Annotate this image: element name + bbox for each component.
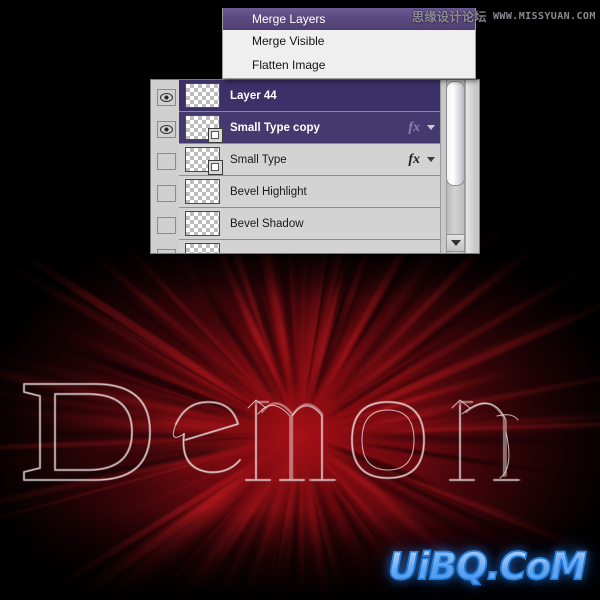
- layer-effects-group[interactable]: fx: [408, 152, 441, 168]
- demon-title-artwork: [0, 372, 600, 494]
- table-row[interactable]: Small Type copy fx: [179, 112, 441, 144]
- eye-icon-visible-1[interactable]: [157, 121, 176, 138]
- scrollbar-thumb[interactable]: [446, 81, 465, 186]
- panel-scrollbar[interactable]: [440, 80, 479, 253]
- table-row[interactable]: Small Type fx: [179, 144, 441, 176]
- eye-icon-hidden-3[interactable]: [157, 185, 176, 202]
- fx-icon[interactable]: fx: [408, 120, 420, 136]
- chevron-down-icon[interactable]: [427, 157, 435, 162]
- layer-name-label: Bevel Shadow: [230, 217, 304, 230]
- layer-thumbnail-icon[interactable]: [185, 211, 220, 236]
- menu-item-merge-visible[interactable]: Merge Visible: [223, 30, 475, 52]
- watermark-url-text: WWW.MISSYUAN.COM: [493, 11, 596, 22]
- fx-icon[interactable]: fx: [408, 152, 420, 168]
- triangle-down-icon: [450, 240, 461, 246]
- menu-item-flatten-image[interactable]: Flatten Image: [223, 54, 475, 76]
- layer-name-label: Layer 44: [230, 89, 277, 102]
- eye-icon-hidden-4[interactable]: [157, 217, 176, 234]
- scrollbar-outer-rail: [465, 80, 475, 253]
- chevron-down-icon[interactable]: [427, 125, 435, 130]
- eye-icon-visible-0[interactable]: [157, 89, 176, 106]
- eye-icon-hidden-5[interactable]: [157, 249, 176, 253]
- menu-spacer-bottom: [223, 76, 475, 78]
- watermark-cn-text: 思缘设计论坛: [412, 10, 488, 24]
- table-row[interactable]: Bevel Highlight: [179, 176, 441, 208]
- table-row[interactable]: Layer 44: [179, 80, 441, 112]
- layer-name-label: Bevel Highlight: [230, 185, 307, 198]
- layer-thumbnail-icon[interactable]: [185, 115, 223, 143]
- watermark-top: 思缘设计论坛 WWW.MISSYUAN.COM: [412, 9, 596, 24]
- layer-thumbnail-icon[interactable]: [185, 147, 223, 175]
- layer-thumbnail-icon[interactable]: [185, 83, 220, 108]
- layer-mask-badge-icon: [208, 160, 223, 175]
- table-row-partial[interactable]: [179, 240, 441, 253]
- layer-thumbnail-icon[interactable]: [185, 243, 220, 253]
- layer-effects-group[interactable]: fx: [408, 120, 441, 136]
- scroll-down-button[interactable]: [446, 234, 465, 252]
- layer-name-label: Small Type copy: [230, 121, 320, 134]
- layer-name-label: Small Type: [230, 153, 287, 166]
- layers-panel: Layer 44 Small Type copy fx Small Type f…: [150, 79, 480, 254]
- layer-rows: Layer 44 Small Type copy fx Small Type f…: [179, 80, 441, 253]
- layer-thumbnail-icon[interactable]: [185, 179, 220, 204]
- eye-icon-hidden-2[interactable]: [157, 153, 176, 170]
- layer-mask-badge-icon: [208, 128, 223, 143]
- visibility-column: [151, 80, 180, 253]
- uibq-logo: UiBQ.CoM: [387, 544, 587, 589]
- table-row[interactable]: Bevel Shadow: [179, 208, 441, 240]
